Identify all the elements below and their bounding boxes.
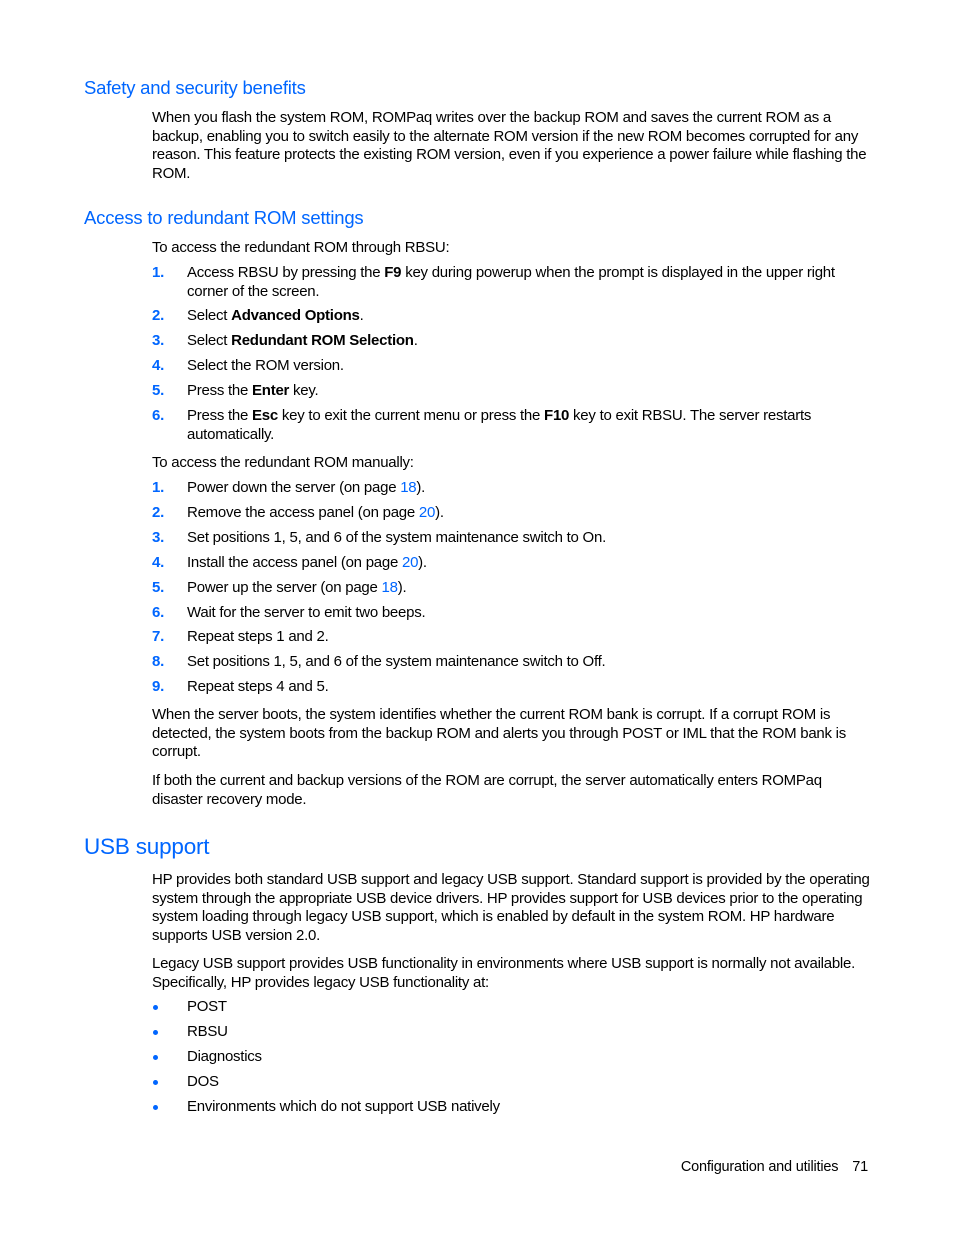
step-number: 6. (152, 407, 165, 424)
rbsu-intro: To access the redundant ROM through RBSU… (152, 239, 450, 256)
page-footer: Configuration and utilities 71 (681, 1159, 868, 1175)
step-text: Repeat steps 1 and 2. (187, 628, 329, 645)
footer-chapter: Configuration and utilities (680, 1159, 839, 1175)
key-name: Enter (252, 382, 290, 399)
safety-paragraph: When you flash the system ROM, ROMPaq wr… (152, 109, 867, 183)
step-number: 4. (152, 554, 165, 571)
heading-safety-and-security: Safety and security benefits (84, 77, 306, 98)
rbsu-step: 3. Select Redundant ROM Selection. (152, 332, 872, 351)
step-number: 8. (152, 653, 165, 670)
rbsu-step: 5. Press the Enter key. (152, 382, 872, 401)
bullet-item: DOS (152, 1073, 872, 1092)
step-number: 3. (152, 529, 165, 546)
page-link[interactable]: 20 (402, 554, 418, 571)
rbsu-step: 6. Press the Esc key to exit the current… (152, 407, 872, 444)
step-text: key to exit the current menu or press th… (277, 407, 545, 424)
step-text: Power down the server (on page (187, 479, 401, 496)
step-text: Install the access panel (on page (187, 554, 402, 571)
key-name: F10 (544, 407, 570, 424)
step-text: ). (397, 579, 407, 596)
page-link[interactable]: 20 (419, 504, 435, 521)
step-text: . (359, 307, 364, 324)
usb-paragraph-2: Legacy USB support provides USB function… (152, 955, 856, 991)
step-text: . (413, 332, 418, 349)
heading-usb-support: USB support (84, 834, 210, 859)
step-text: Access RBSU by pressing the (187, 264, 385, 281)
page-link[interactable]: 18 (400, 479, 416, 496)
rbsu-step: 2. Select Advanced Options. (152, 307, 872, 326)
step-number: 5. (152, 382, 165, 399)
bullet-icon (153, 1030, 158, 1035)
step-text: Set positions 1, 5, and 6 of the system … (187, 653, 606, 670)
boot-paragraph: When the server boots, the system identi… (152, 706, 847, 761)
menu-name: Advanced Options (231, 307, 360, 324)
menu-name: Redundant ROM Selection (231, 332, 414, 349)
bullet-item: POST (152, 998, 872, 1017)
step-text: Press the (187, 382, 253, 399)
step-text: Remove the access panel (on page (187, 504, 419, 521)
disaster-paragraph: If both the current and backup versions … (152, 772, 822, 808)
bullet-icon (153, 1005, 158, 1010)
bullet-text: Diagnostics (187, 1048, 262, 1065)
rbsu-step: 4. Select the ROM version. (152, 357, 872, 376)
step-text: ). (418, 554, 427, 571)
key-name: F9 (384, 264, 402, 281)
bullet-item: RBSU (152, 1023, 872, 1042)
step-text: key. (289, 382, 319, 399)
step-text: ). (416, 479, 426, 496)
step-text: Select the ROM version. (187, 357, 344, 374)
bullet-icon (153, 1080, 158, 1085)
bullet-text: DOS (187, 1073, 219, 1090)
bullet-item: Diagnostics (152, 1048, 872, 1067)
step-text: Set positions 1, 5, and 6 of the system … (187, 529, 606, 546)
step-number: 1. (152, 264, 165, 281)
step-number: 2. (152, 307, 165, 324)
manual-step: 8. Set positions 1, 5, and 6 of the syst… (152, 653, 872, 672)
manual-step: 5. Power up the server (on page 18). (152, 579, 872, 598)
bullet-icon (153, 1105, 158, 1110)
key-name: Esc (252, 407, 278, 424)
step-text: ). (435, 504, 444, 521)
bullet-text: RBSU (187, 1023, 228, 1040)
bullet-text: POST (187, 998, 227, 1015)
step-number: 2. (152, 504, 165, 521)
step-number: 9. (152, 678, 165, 695)
step-number: 3. (152, 332, 165, 349)
step-number: 7. (152, 628, 165, 645)
manual-intro: To access the redundant ROM manually: (152, 454, 414, 471)
step-text: Power up the server (on page (187, 579, 382, 596)
manual-step: 4. Install the access panel (on page 20)… (152, 554, 872, 573)
rbsu-step: 1. Access RBSU by pressing the F9 key du… (152, 264, 872, 301)
bullet-icon (153, 1055, 158, 1060)
step-number: 1. (152, 479, 165, 496)
bullet-text: Environments which do not support USB na… (187, 1098, 500, 1115)
step-text: Repeat steps 4 and 5. (187, 678, 329, 695)
manual-step: 3. Set positions 1, 5, and 6 of the syst… (152, 529, 872, 548)
page-link[interactable]: 18 (382, 579, 398, 596)
manual-step: 2. Remove the access panel (on page 20). (152, 504, 872, 523)
manual-step: 1. Power down the server (on page 18). (152, 479, 872, 498)
manual-step: 9. Repeat steps 4 and 5. (152, 678, 872, 697)
manual-step: 6. Wait for the server to emit two beeps… (152, 604, 872, 623)
page-number: 71 (852, 1159, 868, 1175)
step-text: Select (187, 307, 232, 324)
manual-step: 7. Repeat steps 1 and 2. (152, 628, 872, 647)
step-number: 6. (152, 604, 165, 621)
bullet-item: Environments which do not support USB na… (152, 1098, 872, 1117)
step-text: Select (187, 332, 232, 349)
heading-access-redundant-rom: Access to redundant ROM settings (84, 207, 364, 228)
step-text: Wait for the server to emit two beeps. (187, 604, 426, 621)
step-number: 4. (152, 357, 165, 374)
usb-paragraph-1: HP provides both standard USB support an… (152, 871, 870, 945)
step-number: 5. (152, 579, 165, 596)
step-text: Press the (187, 407, 253, 424)
